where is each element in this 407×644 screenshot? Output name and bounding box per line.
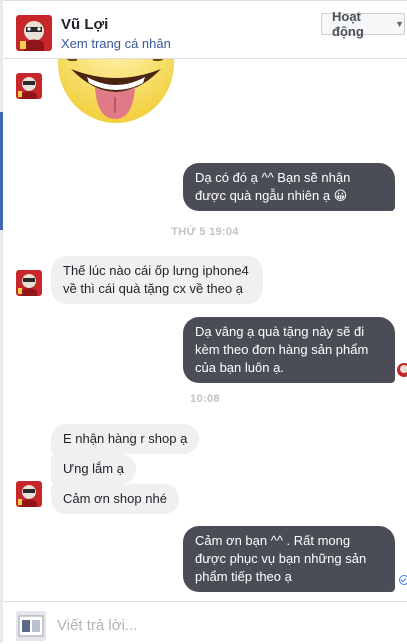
contact-avatar-small [16, 73, 42, 99]
incoming-message[interactable]: Thế lúc nào cái ốp lưng iphone4 về thì c… [51, 256, 263, 304]
contact-avatar-small-image [16, 270, 42, 296]
tongue-face-sticker-image [58, 59, 174, 123]
outgoing-message[interactable]: Dạ có đó ạ ^^ Bạn sẽ nhận được quà ngẫu … [183, 163, 395, 211]
reply-input[interactable] [55, 610, 399, 640]
view-profile-link[interactable]: Xem trang cá nhân [61, 36, 171, 51]
timestamp: 10:08 [190, 393, 220, 405]
conversation-header: Vũ Lợi Xem trang cá nhân Hoạt động ▼ [3, 1, 407, 59]
status-dropdown[interactable]: Hoạt động ▼ [321, 9, 405, 39]
contact-avatar-image [16, 15, 52, 51]
reply-bar [3, 601, 407, 644]
caret-down-icon: ▼ [395, 19, 404, 29]
tongue-face-sticker[interactable] [57, 59, 175, 129]
page-avatar-image [16, 611, 46, 641]
message-thread[interactable]: Dạ có đó ạ ^^ Bạn sẽ nhận được quà ngẫu … [3, 59, 407, 601]
timestamp: THỨ 5 19:04 [171, 226, 239, 238]
contact-avatar-small [16, 481, 42, 507]
contact-name[interactable]: Vũ Lợi [61, 16, 108, 33]
page-avatar [16, 611, 46, 641]
status-dropdown-label: Hoạt động [332, 9, 364, 39]
incoming-message[interactable]: Ưng lắm ạ [51, 454, 136, 484]
contact-avatar[interactable] [16, 15, 52, 51]
outgoing-message[interactable]: Cảm ơn bạn ^^ . Rất mong được phục vụ bạ… [183, 526, 395, 592]
contact-avatar-small-image [16, 481, 42, 507]
contact-avatar-small [16, 270, 42, 296]
seen-avatar-image [397, 363, 407, 377]
delivered-check-icon [399, 575, 407, 585]
contact-avatar-small-image [16, 73, 42, 99]
outgoing-message[interactable]: Dạ vâng ạ quà tặng này sẽ đi kèm theo đơ… [183, 317, 395, 383]
seen-avatar [397, 363, 407, 377]
incoming-message[interactable]: Cảm ơn shop nhé [51, 484, 179, 514]
incoming-message[interactable]: E nhận hàng r shop ạ [51, 424, 200, 454]
